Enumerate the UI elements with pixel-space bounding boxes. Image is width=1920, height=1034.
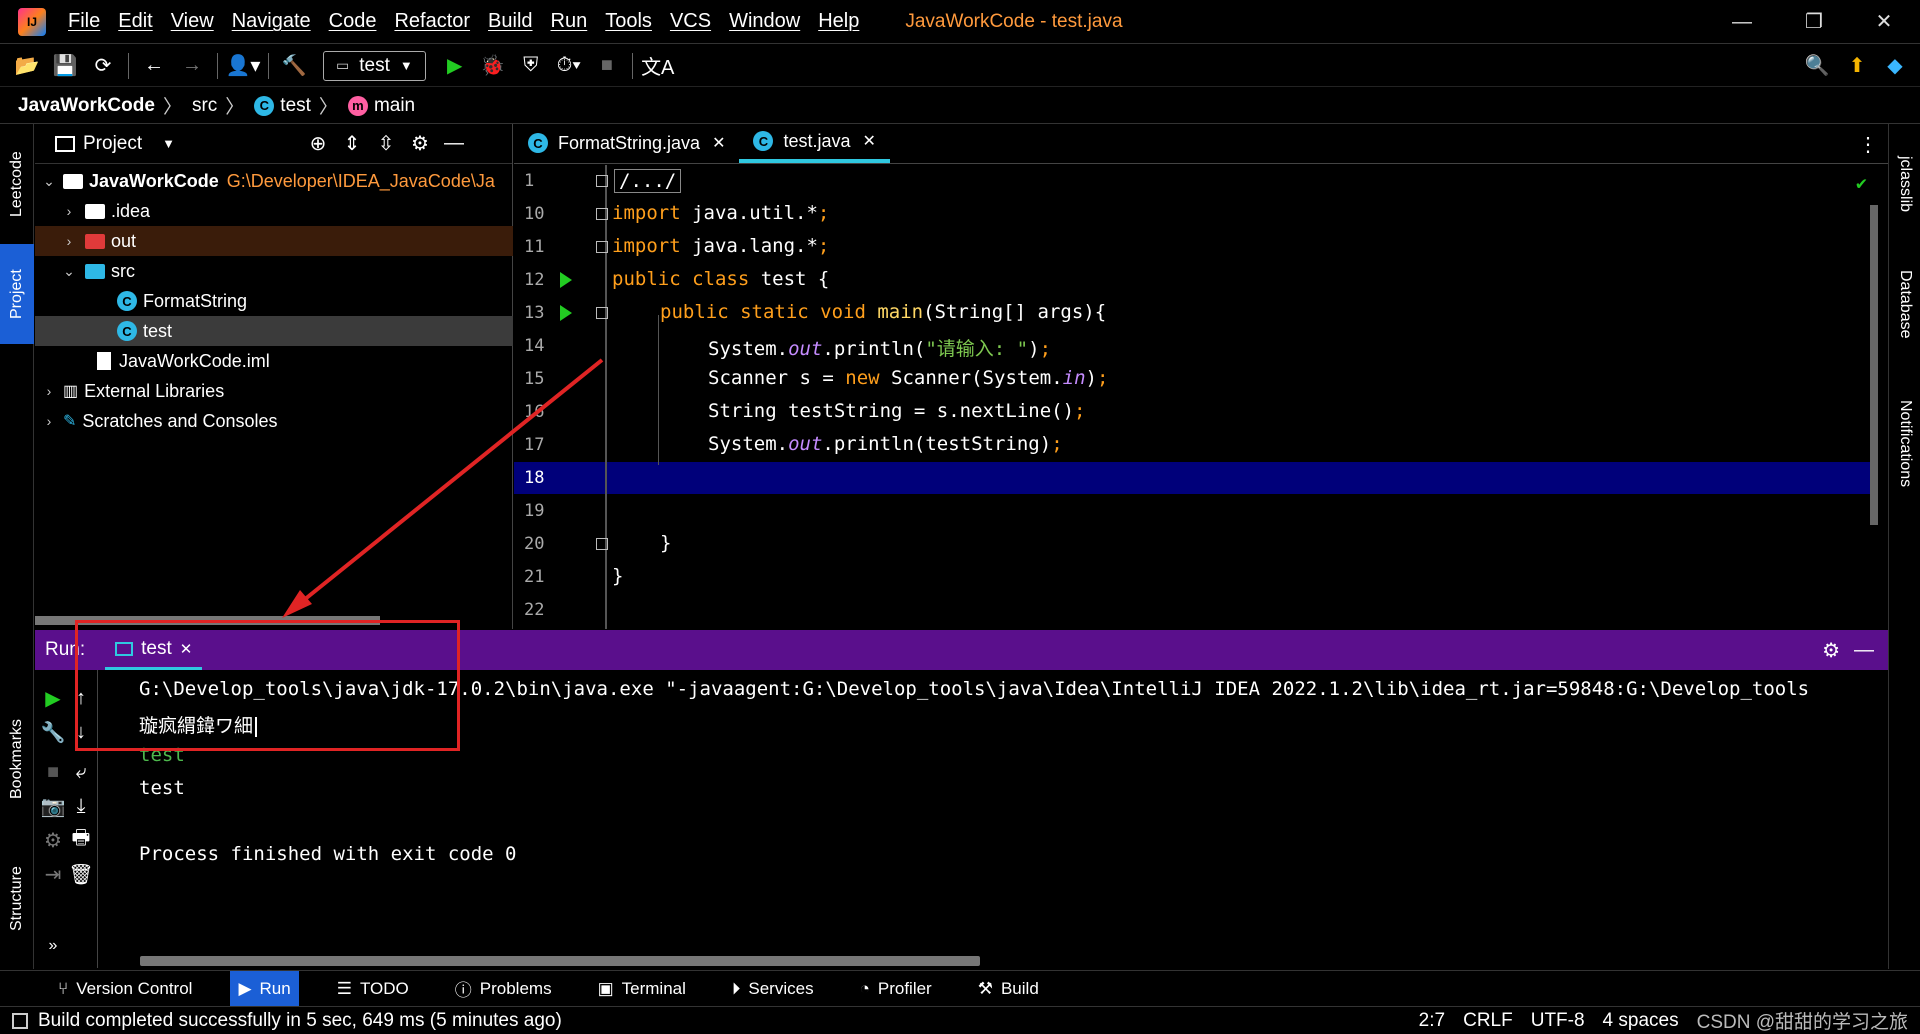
run-icon: ▶ — [238, 978, 252, 998]
terminal-icon: ▣ — [597, 978, 614, 998]
info-icon: ⓘ — [454, 981, 472, 1000]
tool-label: Run — [259, 978, 291, 998]
tool-label: Terminal — [621, 978, 686, 998]
version-control-tab[interactable]: ⑂ Version Control — [50, 971, 200, 1007]
hammer-icon: ⚒ — [977, 978, 993, 998]
profiler-tab[interactable]: ◔ Profiler — [852, 971, 940, 1007]
tool-label: Problems — [479, 978, 552, 998]
tool-label: Services — [748, 978, 814, 998]
status-message[interactable]: Build completed successfully in 5 sec, 6… — [38, 1010, 562, 1032]
tool-label: Profiler — [877, 978, 932, 998]
tool-label: Version Control — [76, 978, 193, 998]
services-icon: ⏵ — [731, 978, 741, 998]
file-encoding[interactable]: UTF-8 — [1531, 1010, 1585, 1032]
todo-tab[interactable]: ☰ TODO — [329, 971, 417, 1007]
terminal-tab[interactable]: ▣ Terminal — [590, 971, 694, 1007]
watermark: CSDN @甜甜的学习之旅 — [1696, 1012, 1908, 1033]
tool-label: Build — [1000, 978, 1039, 998]
list-icon: ☰ — [336, 978, 352, 998]
tool-label: TODO — [359, 978, 409, 998]
services-tab[interactable]: ⏵ Services — [724, 971, 822, 1007]
build-tab[interactable]: ⚒ Build — [970, 971, 1047, 1007]
run-tool-tab[interactable]: ▶ Run — [230, 970, 299, 1007]
tool-windows-icon[interactable] — [12, 1012, 28, 1029]
line-separator[interactable]: CRLF — [1463, 1010, 1513, 1032]
caret-position[interactable]: 2:7 — [1419, 1010, 1445, 1032]
problems-tab[interactable]: ⓘ Problems — [447, 971, 560, 1007]
profiler-icon: ◔ — [859, 978, 870, 998]
status-right: 2:7 CRLF UTF-8 4 spaces CSDN @甜甜的学习之旅 — [1419, 1007, 1908, 1034]
indent-setting[interactable]: 4 spaces — [1603, 1010, 1679, 1032]
annotation-arrow — [282, 358, 604, 618]
branch-icon: ⑂ — [58, 978, 69, 998]
status-bar: Build completed successfully in 5 sec, 6… — [0, 1006, 1920, 1034]
bottom-tool-bar: ⑂ Version Control ▶ Run ☰ TODO ⓘ Problems ▣ T… — [0, 970, 1920, 1007]
